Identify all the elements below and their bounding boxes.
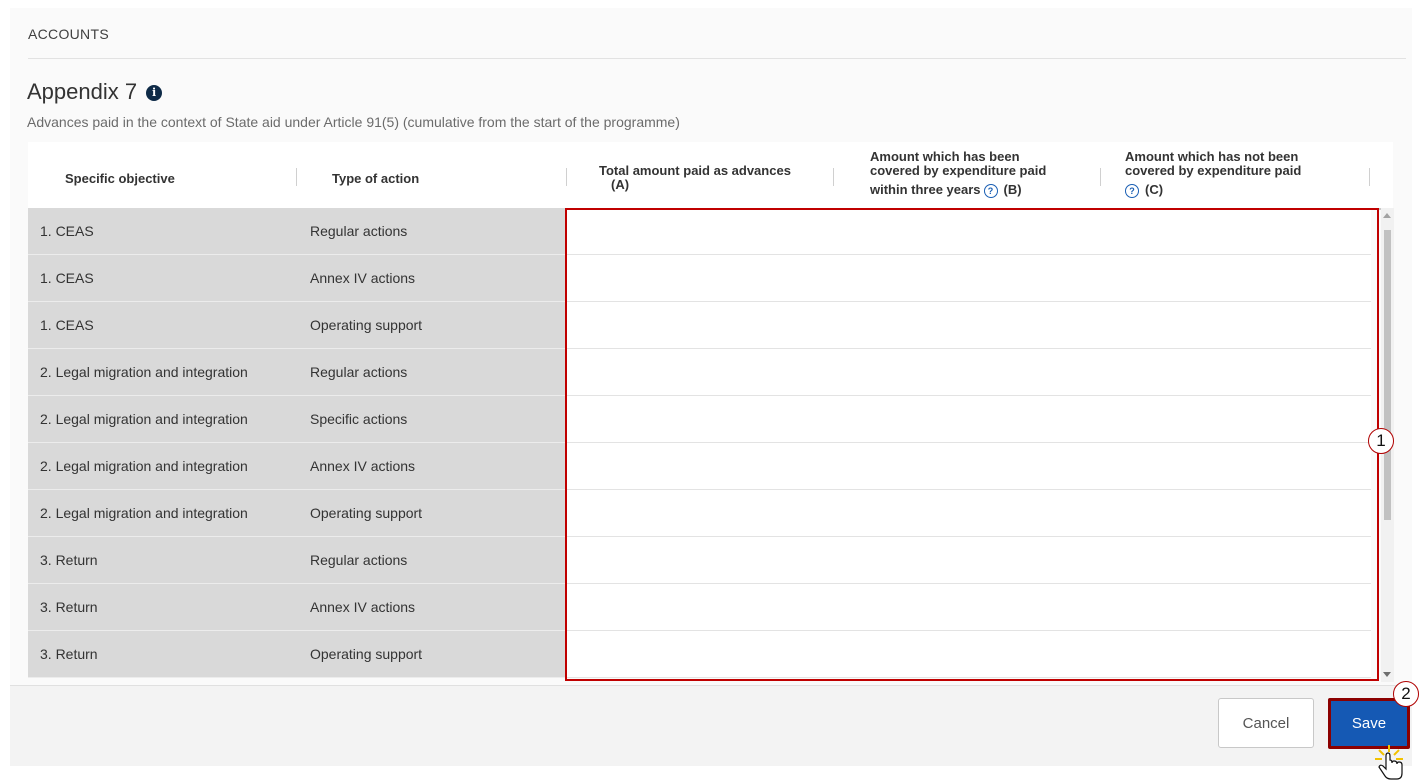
cell-type-of-action: Annex IV actions [310,270,416,286]
header-col-c-line3: ? (C) [1125,183,1301,198]
header-col-c-line2: covered by expenditure paid [1125,163,1302,178]
header-separator [1369,168,1370,186]
cell-specific-objective: 2. Legal migration and integration [40,458,248,474]
table-row: 1. CEAS Regular actions [28,208,1380,255]
row-amount-cells[interactable] [565,255,1371,302]
cell-type-of-action: Operating support [310,317,423,333]
table-row: 1. CEAS Annex IV actions [28,255,1380,302]
row-amount-cells[interactable] [565,443,1371,490]
row-label-cells: 3. Return Annex IV actions [28,584,565,631]
row-amount-cells[interactable] [565,631,1371,678]
cell-type-of-action: Operating support [310,646,423,662]
row-label-cells: 1. CEAS Operating support [28,302,565,349]
footer-bar [10,685,1412,766]
row-amount-cells[interactable] [565,349,1371,396]
row-label-cells: 3. Return Regular actions [28,537,565,584]
page-subtitle: Advances paid in the context of State ai… [27,114,680,130]
header-col-c: Amount which has not been covered by exp… [1125,150,1301,198]
cell-specific-objective: 2. Legal migration and integration [40,411,248,427]
header-col-b-line3: within three years? (B) [870,183,1046,198]
cell-specific-objective: 2. Legal migration and integration [40,505,248,521]
table-body[interactable]: 1. CEAS Regular actions 1. CEAS Annex IV… [28,208,1380,684]
cell-specific-objective: 3. Return [40,599,98,615]
header-col-b-line1: Amount which has been [870,149,1020,164]
cell-type-of-action: Regular actions [310,364,408,380]
cell-type-of-action: Annex IV actions [310,599,416,615]
header-separator [566,168,567,186]
header-separator [833,168,834,186]
table-row: 2. Legal migration and integration Opera… [28,490,1380,537]
table-header: Specific objective Type of action Total … [28,142,1393,210]
scroll-up-arrow-icon[interactable] [1383,213,1391,218]
cell-type-of-action: Regular actions [310,552,408,568]
cell-type-of-action: Operating support [310,505,423,521]
header-separator [296,168,297,186]
header-col-c-tag: (C) [1145,182,1164,197]
row-amount-cells[interactable] [565,396,1371,443]
header-col-a-line2: (A) [611,177,630,192]
row-label-cells: 1. CEAS Regular actions [28,208,565,255]
cell-type-of-action: Specific actions [310,411,408,427]
row-label-cells: 2. Legal migration and integration Opera… [28,490,565,537]
help-icon[interactable]: ? [1125,183,1139,198]
cell-specific-objective: 1. CEAS [40,270,94,286]
table-row: 3. Return Regular actions [28,537,1380,584]
table-row: 2. Legal migration and integration Annex… [28,443,1380,490]
header-col-b-line3-text: within three years [870,182,981,197]
row-amount-cells[interactable] [565,537,1371,584]
row-label-cells: 2. Legal migration and integration Speci… [28,396,565,443]
header-separator [1100,168,1101,186]
header-col-a-line1: Total amount paid as advances [599,163,791,178]
scroll-thumb[interactable] [1384,230,1391,520]
row-amount-cells[interactable] [565,302,1371,349]
row-label-cells: 1. CEAS Annex IV actions [28,255,565,302]
row-label-cells: 2. Legal migration and integration Regul… [28,349,565,396]
cancel-button[interactable]: Cancel [1218,698,1314,748]
row-label-cells: 2. Legal migration and integration Annex… [28,443,565,490]
callout-marker-2: 2 [1393,681,1419,707]
row-amount-cells[interactable] [565,584,1371,631]
header-col-c-line1: Amount which has not been [1125,149,1299,164]
cell-specific-objective: 3. Return [40,646,98,662]
cell-specific-objective: 1. CEAS [40,223,94,239]
cell-type-of-action: Annex IV actions [310,458,416,474]
row-amount-cells[interactable] [565,208,1371,255]
table-row: 3. Return Annex IV actions [28,584,1380,631]
table-row: 2. Legal migration and integration Speci… [28,396,1380,443]
help-icon[interactable]: ? [983,183,998,198]
header-specific-objective: Specific objective [65,171,175,186]
header-col-b-tag: (B) [1003,182,1022,197]
header-col-b-line2: covered by expenditure paid [870,163,1047,178]
page-title: Appendix 7 i [27,79,163,105]
row-label-cells: 3. Return Operating support [28,631,565,678]
cell-specific-objective: 3. Return [40,552,98,568]
row-amount-cells[interactable] [565,490,1371,537]
header-type-of-action: Type of action [332,171,420,186]
cell-type-of-action: Regular actions [310,223,408,239]
table-row: 3. Return Operating support [28,631,1380,678]
cell-specific-objective: 1. CEAS [40,317,94,333]
page-title-text: Appendix 7 [27,79,138,104]
header-col-a: Total amount paid as advances (A) [599,164,791,192]
table-row: 2. Legal migration and integration Regul… [28,349,1380,396]
header-col-b: Amount which has been covered by expendi… [870,150,1046,198]
scroll-down-arrow-icon[interactable] [1383,672,1391,677]
cell-specific-objective: 2. Legal migration and integration [40,364,248,380]
section-title: ACCOUNTS [28,26,109,42]
info-icon[interactable]: i [146,85,163,101]
table-row: 1. CEAS Operating support [28,302,1380,349]
section-divider [28,58,1406,59]
save-button[interactable]: Save [1328,698,1410,749]
callout-marker-1: 1 [1368,428,1394,454]
hand-pointer-icon [1375,745,1403,780]
